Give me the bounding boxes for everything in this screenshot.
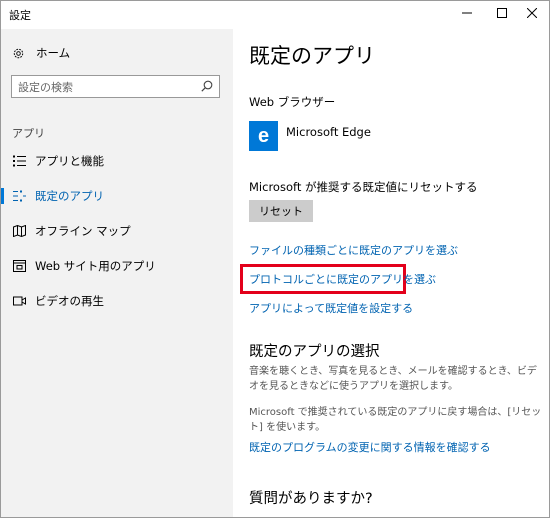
default-apps-icon — [12, 189, 26, 203]
choose-by-file-type-link[interactable]: ファイルの種類ごとに既定のアプリを選ぶ — [249, 242, 458, 258]
choose-by-protocol-link[interactable]: プロトコルごとに既定のアプリを選ぶ — [249, 271, 436, 287]
web-browser-label: Web ブラウザー — [249, 95, 336, 109]
video-playback-icon — [12, 294, 26, 308]
title-bar: 設定 — [1, 1, 549, 29]
sidebar-item-label: アプリと機能 — [35, 154, 104, 168]
settings-window: 設定 ホーム アプリ — [0, 0, 550, 518]
reset-button[interactable]: リセット — [249, 200, 313, 222]
apps-features-icon — [12, 154, 26, 168]
minimize-icon — [462, 12, 472, 14]
sidebar-item-label: 既定のアプリ — [35, 189, 104, 203]
search-icon[interactable] — [201, 80, 213, 92]
sidebar-item-video-playback[interactable]: ビデオの再生 — [1, 286, 233, 316]
set-defaults-by-app-link[interactable]: アプリによって既定値を設定する — [249, 300, 413, 316]
help-heading: 質問がありますか? — [249, 491, 373, 507]
main-content: 既定のアプリ Web ブラウザー e Microsoft Edge Micros… — [233, 29, 549, 517]
sidebar-home-label: ホーム — [36, 46, 71, 60]
choose-default-apps-description: 音楽を聴くとき、写真を見るとき、メールを確認するとき、ビデオを見るときなどに使う… — [249, 366, 537, 392]
maximize-button[interactable] — [485, 1, 519, 25]
choose-default-apps-heading: 既定のアプリの選択 — [249, 344, 380, 360]
search-input[interactable] — [12, 77, 192, 98]
sidebar-item-default-apps[interactable]: 既定のアプリ — [1, 181, 233, 211]
sidebar-section-label: アプリ — [12, 127, 45, 140]
reset-label: Microsoft が推奨する既定値にリセットする — [249, 180, 478, 194]
more-info-link[interactable]: 既定のプログラムの変更に関する情報を確認する — [249, 439, 491, 455]
page-title: 既定のアプリ — [249, 44, 375, 68]
sidebar-item-apps-for-websites[interactable]: Web サイト用のアプリ — [1, 251, 233, 281]
sidebar-item-label: オフライン マップ — [35, 224, 131, 238]
search-box — [11, 75, 220, 98]
close-icon — [527, 8, 537, 18]
close-button[interactable] — [515, 1, 549, 25]
edge-icon[interactable]: e — [249, 121, 278, 151]
sidebar-item-label: Web サイト用のアプリ — [35, 259, 156, 273]
window-title: 設定 — [9, 9, 31, 22]
sidebar-item-label: ビデオの再生 — [35, 294, 104, 308]
minimize-button[interactable] — [450, 1, 484, 25]
sidebar-item-home[interactable]: ホーム — [12, 43, 70, 63]
sidebar-item-offline-maps[interactable]: オフライン マップ — [1, 216, 233, 246]
web-browser-app-name[interactable]: Microsoft Edge — [286, 125, 371, 139]
active-indicator — [1, 188, 4, 204]
sidebar: ホーム アプリ アプリと機能 — [1, 29, 233, 517]
maximize-icon — [497, 8, 507, 18]
apps-for-websites-icon — [12, 259, 26, 273]
reset-description: Microsoft で推奨されている既定のアプリに戻す場合は、[リセット] を使… — [249, 407, 542, 433]
offline-maps-icon — [12, 224, 26, 238]
gear-icon — [13, 48, 24, 58]
sidebar-item-apps-features[interactable]: アプリと機能 — [1, 146, 233, 176]
